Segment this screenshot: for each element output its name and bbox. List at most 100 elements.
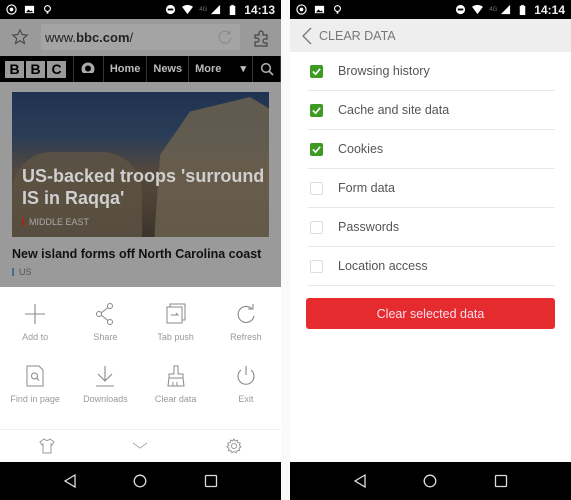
checkbox[interactable]	[310, 259, 323, 273]
option-label: Passwords	[338, 220, 400, 234]
shirt-icon[interactable]	[39, 438, 55, 454]
bulb-icon	[334, 5, 341, 14]
option-form-data[interactable]: Form data	[308, 169, 555, 208]
hero-tag-label: MIDDLE EAST	[29, 217, 90, 227]
option-cookies[interactable]: Cookies	[308, 130, 555, 169]
image-icon	[314, 5, 325, 14]
wifi-icon	[182, 4, 194, 15]
gear-icon[interactable]	[226, 438, 242, 454]
menu-exit[interactable]: Exit	[211, 364, 281, 404]
menu-share[interactable]: Share	[70, 302, 140, 342]
tag-marker	[12, 268, 14, 276]
whatsapp-icon	[296, 4, 307, 15]
hero-tag[interactable]: MIDDLE EAST	[22, 217, 89, 227]
hero-article[interactable]: US-backed troops 'surround IS in Raqqa' …	[12, 92, 269, 237]
image-icon	[24, 5, 35, 14]
checkmark-icon	[312, 145, 321, 153]
address-field[interactable]: www.bbc.com/	[41, 24, 240, 50]
battery-icon	[230, 4, 236, 15]
nav-news[interactable]: News	[146, 56, 188, 82]
option-label: Cookies	[338, 142, 384, 156]
nav-more[interactable]: More ▾	[188, 56, 252, 82]
menu-clear-data[interactable]: Clear data	[141, 364, 211, 404]
menu-downloads[interactable]: Downloads	[70, 364, 140, 404]
recents-icon[interactable]	[204, 474, 218, 488]
article-tag-label: US	[19, 267, 32, 277]
checkmark-icon	[312, 67, 321, 75]
caret-down-icon: ▾	[240, 63, 247, 75]
tab-push-icon	[166, 303, 186, 324]
option-passwords[interactable]: Passwords	[308, 208, 555, 247]
menu-label: Find in page	[10, 394, 60, 404]
option-label: Browsing history	[338, 64, 430, 78]
find-in-page-icon	[26, 365, 44, 387]
refresh-icon[interactable]	[216, 28, 234, 46]
search-button[interactable]	[252, 56, 281, 82]
search-icon	[260, 62, 274, 76]
menu-tab-push[interactable]: Tab push	[141, 302, 211, 342]
nav-home[interactable]: Home	[102, 56, 147, 82]
checkbox[interactable]	[310, 142, 323, 156]
recents-icon[interactable]	[494, 474, 508, 488]
checkbox[interactable]	[310, 220, 323, 234]
clock: 14:13	[244, 2, 275, 17]
bbc-logo-letter: C	[47, 60, 66, 78]
menu-label: Clear data	[154, 394, 197, 404]
status-bar: 4G 14:14	[290, 0, 571, 19]
option-label: Location access	[338, 259, 428, 273]
option-browsing-history[interactable]: Browsing history	[308, 52, 555, 91]
menu-refresh[interactable]: Refresh	[211, 302, 281, 342]
home-icon[interactable]	[133, 474, 147, 488]
back-icon[interactable]	[353, 474, 367, 488]
bbc-nav-bar: B B C Home News More ▾	[0, 56, 281, 82]
article-tag[interactable]: US	[12, 267, 32, 277]
broom-icon	[167, 365, 185, 387]
menu-add-to[interactable]: Add to	[0, 302, 70, 342]
option-label: Form data	[338, 181, 395, 195]
tag-marker	[22, 218, 24, 226]
bbc-logo-letter: B	[5, 60, 24, 78]
screen-gap	[281, 0, 290, 500]
signal-icon	[501, 4, 511, 15]
bbc-logo-letter: B	[26, 60, 45, 78]
status-bar: 4G 14:13	[0, 0, 281, 19]
clock: 14:14	[534, 2, 565, 17]
checkbox[interactable]	[310, 181, 323, 195]
extension-icon[interactable]	[251, 28, 271, 48]
network-type: 4G	[199, 6, 208, 13]
menu-label: Exit	[238, 394, 254, 404]
bookmark-star-icon[interactable]	[11, 28, 29, 46]
option-cache-site-data[interactable]: Cache and site data	[308, 91, 555, 130]
home-icon[interactable]	[423, 474, 437, 488]
battery-icon	[520, 4, 526, 15]
chevron-down-icon[interactable]	[132, 438, 148, 454]
dnd-icon	[166, 4, 176, 15]
bulb-icon	[44, 5, 51, 14]
menu-label: Downloads	[83, 394, 128, 404]
checkbox[interactable]	[310, 103, 323, 117]
option-location-access[interactable]: Location access	[308, 247, 555, 286]
menu-find-in-page[interactable]: Find in page	[0, 364, 70, 404]
back-arrow-icon[interactable]	[301, 27, 313, 45]
clear-data-options: Browsing history Cache and site data Coo…	[308, 52, 555, 286]
dnd-icon	[456, 4, 466, 15]
menu-label: Tab push	[157, 332, 194, 342]
menu-bottom-bar	[0, 429, 281, 462]
power-icon	[237, 366, 255, 385]
menu-label: Refresh	[230, 332, 262, 342]
option-label: Cache and site data	[338, 103, 450, 117]
account-button[interactable]	[74, 62, 103, 76]
hero-title[interactable]: US-backed troops 'surround IS in Raqqa'	[22, 165, 267, 209]
checkbox[interactable]	[310, 64, 323, 78]
clear-data-screen: 4G 14:14 CLEAR DATA Browsing history Cac…	[290, 0, 571, 500]
signal-icon	[211, 4, 221, 15]
refresh-icon	[237, 304, 255, 324]
android-nav-bar	[290, 462, 571, 500]
share-icon	[96, 303, 114, 325]
article-title[interactable]: New island forms off North Carolina coas…	[12, 247, 261, 261]
url-bar: www.bbc.com/	[0, 19, 281, 56]
page-header: CLEAR DATA	[290, 19, 571, 52]
back-icon[interactable]	[63, 474, 77, 488]
clear-selected-data-button[interactable]: Clear selected data	[306, 298, 555, 329]
bbc-logo[interactable]: B B C	[5, 60, 66, 78]
